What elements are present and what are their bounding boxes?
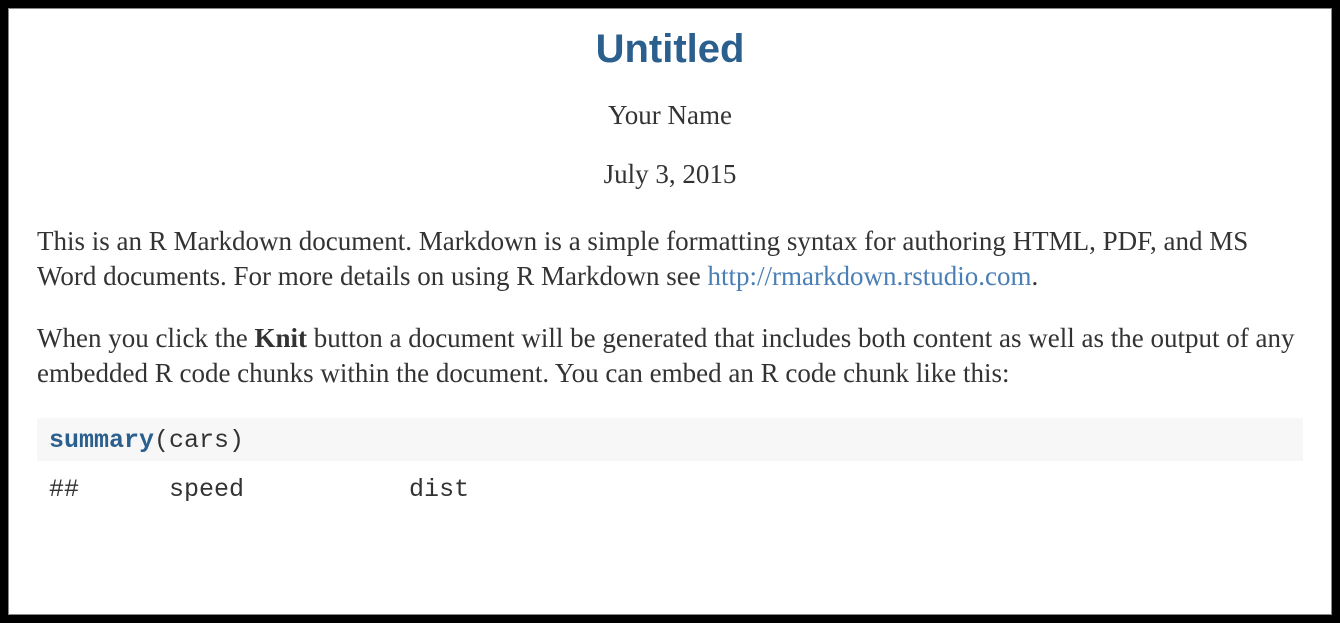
intro-paragraph: This is an R Markdown document. Markdown…: [37, 224, 1303, 293]
document-author: Your Name: [37, 100, 1303, 131]
intro-text-after-link: .: [1031, 261, 1038, 291]
code-function-name: summary: [49, 426, 154, 455]
code-output: ## speed dist: [37, 461, 1303, 504]
document-frame: Untitled Your Name July 3, 2015 This is …: [8, 8, 1332, 615]
rmarkdown-link[interactable]: http://rmarkdown.rstudio.com: [707, 261, 1031, 291]
document-date: July 3, 2015: [37, 159, 1303, 190]
knit-paragraph: When you click the Knit button a documen…: [37, 321, 1303, 390]
knit-text-before-bold: When you click the: [37, 323, 254, 353]
code-rest: (cars): [154, 426, 244, 455]
document-title: Untitled: [37, 27, 1303, 72]
code-chunk: summary(cars): [37, 418, 1303, 461]
intro-text-before-link: This is an R Markdown document. Markdown…: [37, 226, 1248, 291]
knit-bold-word: Knit: [254, 323, 307, 353]
